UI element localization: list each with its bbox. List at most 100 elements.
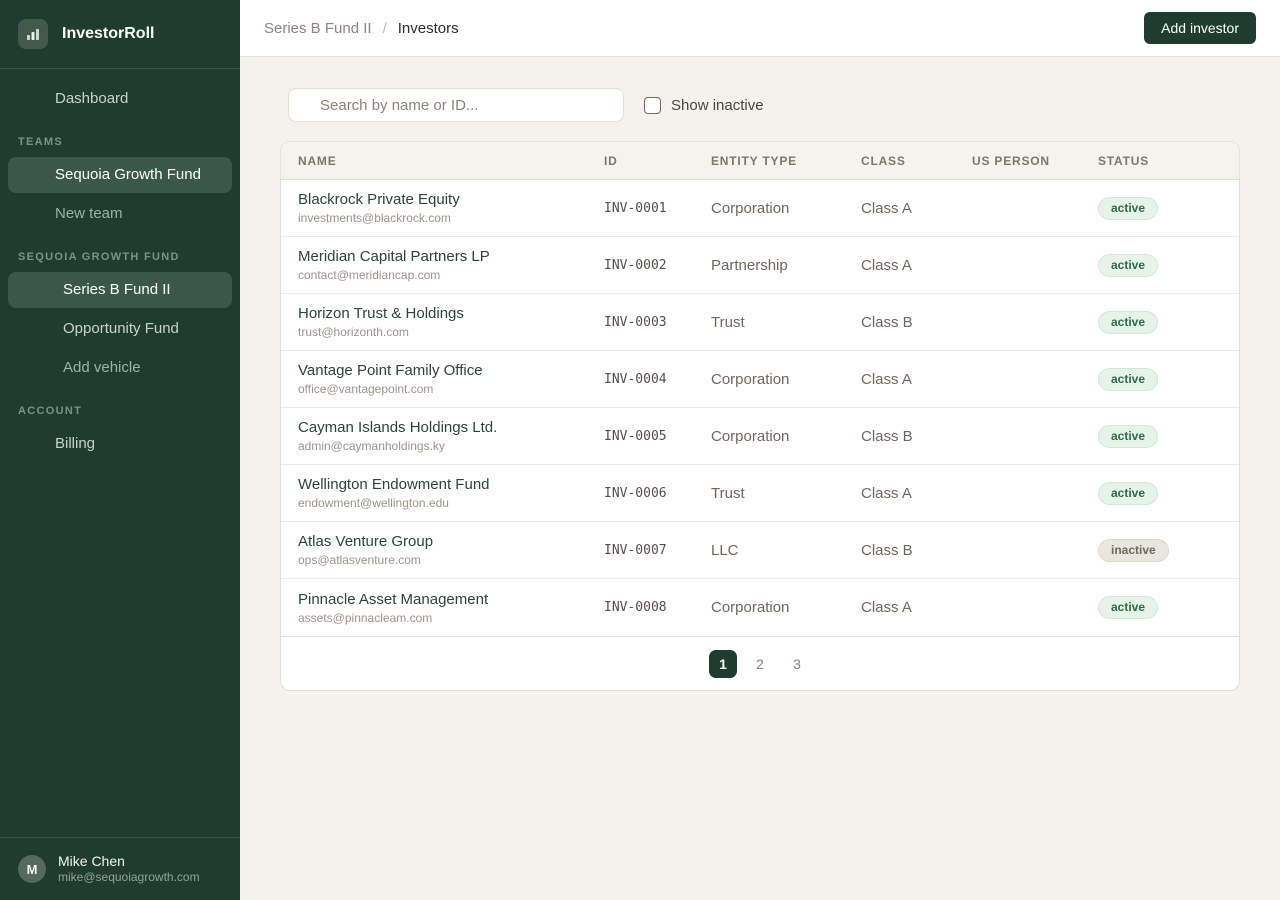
investor-entity-type: Corporation [711, 428, 861, 445]
app-title: InvestorRoll [62, 25, 154, 43]
content-area: Show inactive NAME ID ENTITY TYPE CLASS … [240, 57, 1280, 900]
user-name: Mike Chen [58, 853, 200, 870]
table-row[interactable]: Meridian Capital Partners LP contact@mer… [281, 237, 1239, 294]
status-badge: active [1098, 425, 1158, 448]
investor-name: Meridian Capital Partners LP [298, 247, 604, 266]
column-header-status: STATUS [1098, 154, 1239, 168]
breadcrumb: Series B Fund II / Investors [264, 20, 459, 37]
sidebar-section: ACCOUNT Billing [8, 389, 232, 462]
investor-name: Blackrock Private Equity [298, 190, 604, 209]
column-header-id: ID [604, 154, 711, 168]
top-bar: Series B Fund II / Investors Add investo… [240, 0, 1280, 57]
sidebar-section-label: SEQUOIA GROWTH FUND [8, 235, 232, 272]
investor-entity-type: Corporation [711, 371, 861, 388]
investor-email: investments@blackrock.com [298, 210, 604, 226]
investor-id: INV-0004 [604, 372, 711, 387]
column-header-us-person: US PERSON [972, 154, 1098, 168]
breadcrumb-current: Investors [398, 20, 459, 37]
sidebar-item-sequoia-growth-fund[interactable]: Sequoia Growth Fund [8, 157, 232, 193]
status-badge: active [1098, 311, 1158, 334]
investor-entity-type: Trust [711, 314, 861, 331]
page-button-3[interactable]: 3 [783, 650, 811, 678]
table-header-row: NAME ID ENTITY TYPE CLASS US PERSON STAT… [281, 142, 1239, 180]
investor-id: INV-0001 [604, 201, 711, 216]
status-badge: active [1098, 482, 1158, 505]
table-row[interactable]: Atlas Venture Group ops@atlasventure.com… [281, 522, 1239, 579]
investor-class: Class B [861, 428, 972, 445]
investor-class: Class A [861, 485, 972, 502]
investor-email: ops@atlasventure.com [298, 552, 604, 568]
table-row[interactable]: Horizon Trust & Holdings trust@horizonth… [281, 294, 1239, 351]
show-inactive-label: Show inactive [671, 97, 764, 114]
sidebar-item-series-b-fund-ii[interactable]: Series B Fund II [8, 272, 232, 308]
investor-entity-type: Corporation [711, 200, 861, 217]
sidebar-section-label: ACCOUNT [8, 389, 232, 426]
investor-email: assets@pinnacleam.com [298, 610, 604, 626]
investor-class: Class B [861, 314, 972, 331]
investor-entity-type: LLC [711, 542, 861, 559]
breadcrumb-parent[interactable]: Series B Fund II [264, 20, 372, 37]
toolbar: Show inactive [288, 88, 1240, 122]
investor-class: Class B [861, 542, 972, 559]
table-row[interactable]: Pinnacle Asset Management assets@pinnacl… [281, 579, 1239, 636]
status-badge: active [1098, 197, 1158, 220]
investor-class: Class A [861, 371, 972, 388]
page-button-1[interactable]: 1 [709, 650, 737, 678]
investor-entity-type: Corporation [711, 599, 861, 616]
sidebar-item-add-vehicle[interactable]: Add vehicle [8, 350, 232, 386]
sidebar-item-billing[interactable]: Billing [8, 426, 232, 462]
investor-id: INV-0007 [604, 543, 711, 558]
sidebar-item-new-team[interactable]: New team [8, 196, 232, 232]
app-logo[interactable]: InvestorRoll [0, 0, 240, 69]
sidebar-section: Dashboard [8, 81, 232, 117]
investor-class: Class A [861, 200, 972, 217]
show-inactive-control[interactable]: Show inactive [644, 97, 764, 114]
show-inactive-checkbox[interactable] [644, 97, 661, 114]
investor-email: contact@meridiancap.com [298, 267, 604, 283]
avatar: M [18, 855, 46, 883]
investor-name: Pinnacle Asset Management [298, 590, 604, 609]
investor-name: Cayman Islands Holdings Ltd. [298, 418, 604, 437]
column-header-entity-type: ENTITY TYPE [711, 154, 861, 168]
breadcrumb-separator: / [383, 20, 387, 37]
investor-name: Vantage Point Family Office [298, 361, 604, 380]
investor-email: office@vantagepoint.com [298, 381, 604, 397]
table-body: Blackrock Private Equity investments@bla… [281, 180, 1239, 636]
investor-id: INV-0002 [604, 258, 711, 273]
main-area: Series B Fund II / Investors Add investo… [240, 0, 1280, 900]
sidebar-nav: Dashboard TEAMS Sequoia Growth Fund New … [0, 69, 240, 837]
status-badge: inactive [1098, 539, 1169, 562]
investor-id: INV-0006 [604, 486, 711, 501]
investor-email: admin@caymanholdings.ky [298, 438, 604, 454]
investor-name: Horizon Trust & Holdings [298, 304, 604, 323]
investor-id: INV-0008 [604, 600, 711, 615]
table-row[interactable]: Vantage Point Family Office office@vanta… [281, 351, 1239, 408]
investor-id: INV-0003 [604, 315, 711, 330]
sidebar-item-opportunity-fund[interactable]: Opportunity Fund [8, 311, 232, 347]
search-input[interactable] [288, 88, 624, 122]
investors-table: NAME ID ENTITY TYPE CLASS US PERSON STAT… [280, 141, 1240, 691]
sidebar-item-dashboard[interactable]: Dashboard [8, 81, 232, 117]
add-investor-button[interactable]: Add investor [1144, 12, 1256, 44]
bar-chart-icon [18, 19, 48, 49]
investor-email: trust@horizonth.com [298, 324, 604, 340]
investor-entity-type: Partnership [711, 257, 861, 274]
user-email: mike@sequoiagrowth.com [58, 870, 200, 885]
investor-id: INV-0005 [604, 429, 711, 444]
sidebar-section: SEQUOIA GROWTH FUND Series B Fund II Opp… [8, 235, 232, 386]
sidebar-section-label: TEAMS [8, 120, 232, 157]
status-badge: active [1098, 596, 1158, 619]
investor-name: Atlas Venture Group [298, 532, 604, 551]
column-header-class: CLASS [861, 154, 972, 168]
table-row[interactable]: Cayman Islands Holdings Ltd. admin@cayma… [281, 408, 1239, 465]
investor-class: Class A [861, 257, 972, 274]
sidebar-section: TEAMS Sequoia Growth Fund New team [8, 120, 232, 232]
investor-entity-type: Trust [711, 485, 861, 502]
table-row[interactable]: Blackrock Private Equity investments@bla… [281, 180, 1239, 237]
page-button-2[interactable]: 2 [746, 650, 774, 678]
table-row[interactable]: Wellington Endowment Fund endowment@well… [281, 465, 1239, 522]
pagination: 1 2 3 [281, 636, 1239, 690]
user-menu[interactable]: M Mike Chen mike@sequoiagrowth.com [0, 837, 240, 900]
investor-name: Wellington Endowment Fund [298, 475, 604, 494]
investor-class: Class A [861, 599, 972, 616]
